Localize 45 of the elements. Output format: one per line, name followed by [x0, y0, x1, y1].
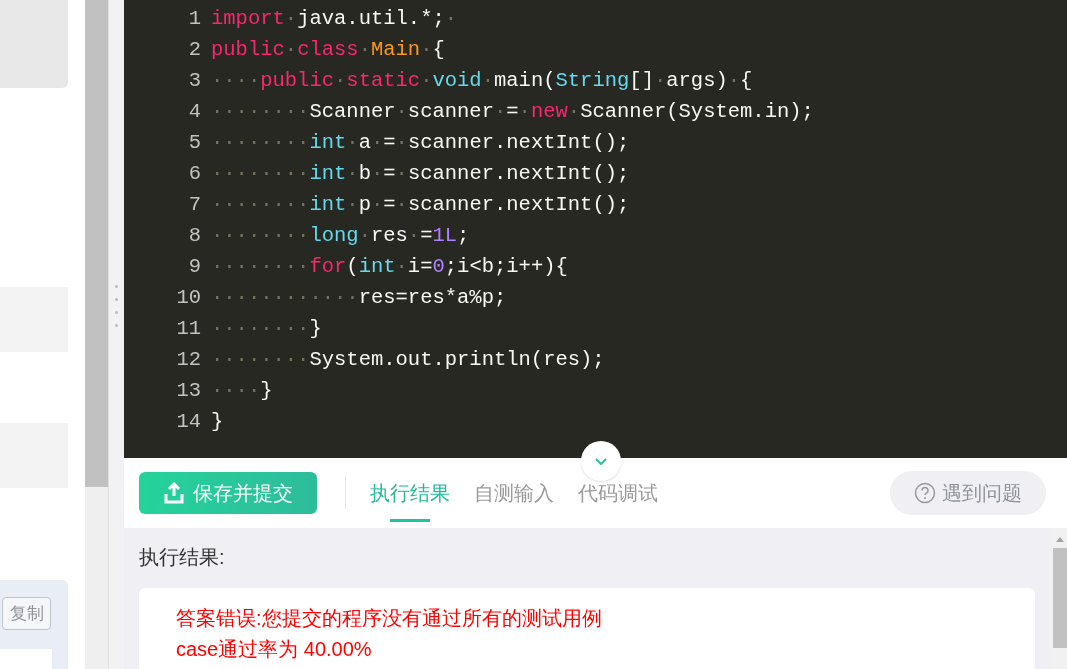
tab[interactable]: 自测输入 [462, 458, 566, 528]
copy-button[interactable]: 复制 [2, 597, 51, 631]
code-line: } [211, 409, 224, 436]
line-number: 5 [187, 130, 202, 157]
code-line: ········} [211, 316, 322, 343]
line-number: 9 [187, 254, 202, 281]
code-line: ········for(int·i=0;i<b;i++){ [211, 254, 568, 281]
code-editor[interactable] [124, 0, 1067, 458]
code-line: ········int·b·=·scanner.nextInt(); [211, 161, 630, 188]
chevron-down-icon [594, 456, 608, 466]
code-line: ············res=res*a%p; [211, 285, 507, 312]
code-line: ····public·static·void·main(String[]·args)·{ [211, 68, 753, 95]
line-number: 10 [175, 285, 202, 312]
question-icon [914, 482, 936, 504]
code-line: ········Scanner·scanner·=·new·Scanner(System.in); [211, 99, 814, 126]
upload-icon [163, 482, 185, 504]
splitter-handle[interactable] [108, 0, 124, 669]
line-number: 13 [175, 378, 202, 405]
code-line: ········System.out.println(res); [211, 347, 605, 374]
line-number: 6 [187, 161, 202, 188]
line-number: 12 [175, 347, 202, 374]
line-number: 11 [175, 316, 202, 343]
submit-button[interactable]: 保存并提交 [139, 472, 317, 514]
scrollbar-thumb[interactable] [85, 0, 108, 487]
line-number: 2 [187, 37, 202, 64]
line-number: 4 [187, 99, 202, 126]
result-message: 答案错误:您提交的程序没有通过所有的测试用例 [176, 606, 602, 631]
code-line: import·java.util.*;· [211, 6, 458, 33]
code-line: public·class·Main·{ [211, 37, 445, 64]
code-line: ····} [211, 378, 273, 405]
line-number: 14 [175, 409, 202, 436]
result-message: case通过率为 40.00% [176, 637, 372, 662]
results-heading: 执行结果: [139, 545, 226, 570]
line-number: 7 [187, 192, 202, 219]
help-button[interactable]: 遇到问题 [890, 471, 1046, 515]
line-number: 3 [187, 68, 202, 95]
code-line: ········long·res·=1L; [211, 223, 470, 250]
tab[interactable]: 执行结果 [358, 458, 462, 528]
code-line: ········int·a·=·scanner.nextInt(); [211, 130, 630, 157]
scrollbar-thumb[interactable] [1053, 548, 1067, 648]
scroll-up-icon[interactable] [1056, 536, 1064, 542]
code-line: ········int·p·=·scanner.nextInt(); [211, 192, 630, 219]
tab[interactable]: 代码调试 [566, 458, 670, 528]
line-number: 1 [187, 6, 202, 33]
line-number: 8 [187, 223, 202, 250]
